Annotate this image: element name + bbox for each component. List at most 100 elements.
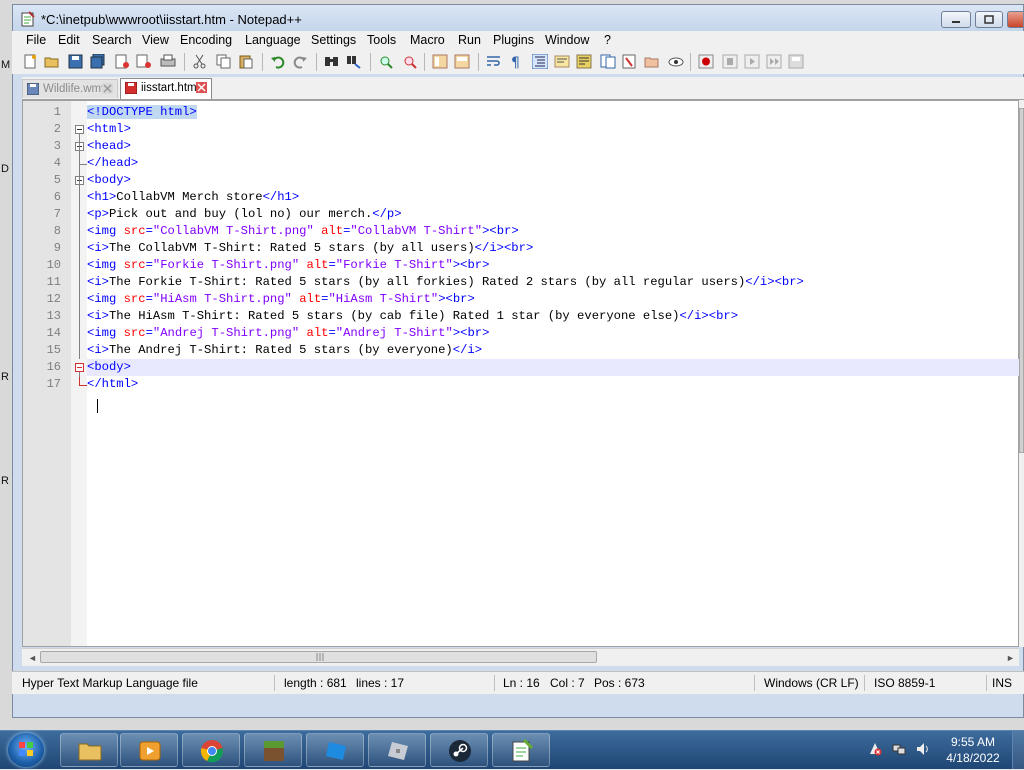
close-button[interactable]	[1007, 11, 1023, 28]
code-line[interactable]: 7 <p>Pick out and buy (lol no) our merch.…	[54, 206, 1020, 223]
play-macro-icon[interactable]	[744, 54, 760, 69]
media-player-icon	[139, 741, 161, 761]
code-line-text: <i>The HiAsm T-Shirt: Rated 5 stars (by …	[87, 309, 739, 323]
network-icon[interactable]	[892, 742, 906, 756]
menu-language[interactable]: Language	[245, 33, 301, 47]
menu-window[interactable]: Window	[545, 33, 589, 47]
menu-encoding[interactable]: Encoding	[180, 33, 232, 47]
title-bar[interactable]: *C:\inetpub\wwwroot\iisstart.htm - Notep…	[13, 5, 1023, 33]
code-line[interactable]: 8 <img src="CollabVM T-Shirt.png" alt="Co…	[54, 223, 1020, 240]
status-position: Pos : 673	[594, 676, 645, 690]
save-all-icon[interactable]	[90, 54, 106, 69]
tab-wildlife-wmv[interactable]: Wildlife.wmv	[22, 79, 118, 98]
menu-help[interactable]: ?	[604, 33, 611, 47]
horizontal-scroll-thumb[interactable]	[40, 651, 597, 663]
scroll-right-icon[interactable]: ►	[1006, 653, 1015, 663]
find-icon[interactable]	[324, 54, 340, 69]
code-line[interactable]: 16 <body>	[47, 359, 1020, 376]
volume-icon[interactable]	[916, 742, 930, 756]
copy-icon[interactable]	[216, 54, 232, 69]
line-number: 3	[53, 139, 61, 153]
save-macro-icon[interactable]	[788, 54, 804, 69]
menu-tools[interactable]: Tools	[367, 33, 396, 47]
code-line[interactable]: 2 <html>	[54, 121, 1020, 138]
menu-view[interactable]: View	[142, 33, 169, 47]
taskbar-explorer[interactable]	[60, 733, 118, 767]
new-file-icon[interactable]	[22, 54, 38, 69]
code-line[interactable]: 5 <body>	[54, 172, 1020, 189]
close-tab-icon[interactable]	[102, 83, 113, 94]
clock-time[interactable]: 9:55 AM	[948, 735, 998, 749]
scroll-left-icon[interactable]: ◄	[28, 653, 37, 663]
code-line[interactable]: 3 <head>	[54, 138, 1020, 155]
sync-vertical-icon[interactable]	[432, 54, 448, 69]
redo-icon[interactable]	[292, 54, 308, 69]
open-file-icon[interactable]	[44, 54, 60, 69]
menu-settings[interactable]: Settings	[311, 33, 356, 47]
zoom-in-icon[interactable]	[378, 54, 394, 69]
taskbar-roblox[interactable]	[306, 733, 364, 767]
doc-list-icon[interactable]	[600, 54, 616, 69]
code-line[interactable]: 14 <img src="Andrej T-Shirt.png" alt="And…	[47, 325, 1020, 342]
record-macro-icon[interactable]	[698, 54, 714, 69]
minimize-icon	[952, 21, 960, 23]
cut-icon[interactable]	[192, 54, 208, 69]
code-line[interactable]: 17 </html>	[47, 376, 1020, 393]
close-tab-icon[interactable]	[196, 82, 207, 93]
menu-run[interactable]: Run	[458, 33, 481, 47]
code-line[interactable]: 15 <i>The Andrej T-Shirt: Rated 5 stars (…	[47, 342, 1020, 359]
start-button[interactable]	[8, 733, 44, 767]
sync-horizontal-icon[interactable]	[454, 54, 470, 69]
replace-icon[interactable]	[346, 54, 362, 69]
show-desktop-button[interactable]	[1012, 731, 1024, 769]
folder-workspace-icon[interactable]	[644, 54, 660, 69]
tab-iisstart-htm[interactable]: iisstart.htm	[120, 78, 212, 99]
menu-search[interactable]: Search	[92, 33, 132, 47]
indent-guide-icon[interactable]	[532, 54, 548, 69]
taskbar-minecraft[interactable]	[244, 733, 302, 767]
doc-map-icon[interactable]	[576, 54, 592, 69]
code-line[interactable]: 4 </head>	[54, 155, 1020, 172]
code-line[interactable]: 10 <img src="Forkie T-Shirt.png" alt="For…	[47, 257, 1020, 274]
vertical-scroll-thumb[interactable]	[1019, 108, 1024, 453]
word-wrap-icon[interactable]	[486, 54, 502, 69]
code-line[interactable]: 13 <i>The HiAsm T-Shirt: Rated 5 stars (b…	[47, 308, 1020, 325]
paste-icon[interactable]	[238, 54, 254, 69]
action-center-icon[interactable]	[868, 742, 882, 756]
stop-macro-icon[interactable]	[722, 54, 738, 69]
menu-file[interactable]: File	[26, 33, 46, 47]
monitoring-icon[interactable]	[668, 54, 684, 69]
taskbar-notepadpp[interactable]	[492, 733, 550, 767]
fold-toggle-icon[interactable]	[75, 363, 84, 372]
save-icon[interactable]	[68, 54, 84, 69]
taskbar-media-player[interactable]	[120, 733, 178, 767]
taskbar-roblox-studio[interactable]	[368, 733, 426, 767]
undo-icon[interactable]	[270, 54, 286, 69]
horizontal-scrollbar[interactable]: ◄ ►	[22, 648, 1019, 666]
minimize-button[interactable]	[941, 11, 971, 28]
show-all-chars-icon[interactable]: ¶	[508, 54, 524, 69]
function-list-icon[interactable]	[622, 54, 638, 69]
menu-plugins[interactable]: Plugins	[493, 33, 534, 47]
close-file-icon[interactable]	[114, 54, 130, 69]
code-line[interactable]: 11 <i>The Forkie T-Shirt: Rated 5 stars (…	[47, 274, 1020, 291]
print-icon[interactable]	[160, 54, 176, 69]
taskbar-chrome[interactable]	[182, 733, 240, 767]
code-editor[interactable]: 1 <!DOCTYPE html> 2 <html> 3 <head> 4 </head> 5 <…	[22, 100, 1020, 647]
menu-macro[interactable]: Macro	[410, 33, 445, 47]
status-separator	[274, 675, 275, 691]
maximize-button[interactable]	[975, 11, 1003, 28]
taskbar-steam[interactable]	[430, 733, 488, 767]
code-line[interactable]: 9 <i>The CollabVM T-Shirt: Rated 5 stars …	[54, 240, 1020, 257]
menu-edit[interactable]: Edit	[58, 33, 80, 47]
zoom-out-icon[interactable]	[402, 54, 418, 69]
vertical-scrollbar[interactable]	[1019, 100, 1024, 647]
code-line[interactable]: 1 <!DOCTYPE html>	[54, 104, 1020, 121]
udl-icon[interactable]	[554, 54, 570, 69]
play-macro-multiple-icon[interactable]	[766, 54, 782, 69]
code-line[interactable]: 6 <h1>CollabVM Merch store</h1>	[54, 189, 1020, 206]
code-line[interactable]: 12 <img src="HiAsm T-Shirt.png" alt="HiAs…	[47, 291, 1020, 308]
clock-date[interactable]: 4/18/2022	[944, 751, 1002, 765]
close-all-icon[interactable]	[136, 54, 152, 69]
fold-toggle-icon[interactable]	[75, 125, 84, 134]
